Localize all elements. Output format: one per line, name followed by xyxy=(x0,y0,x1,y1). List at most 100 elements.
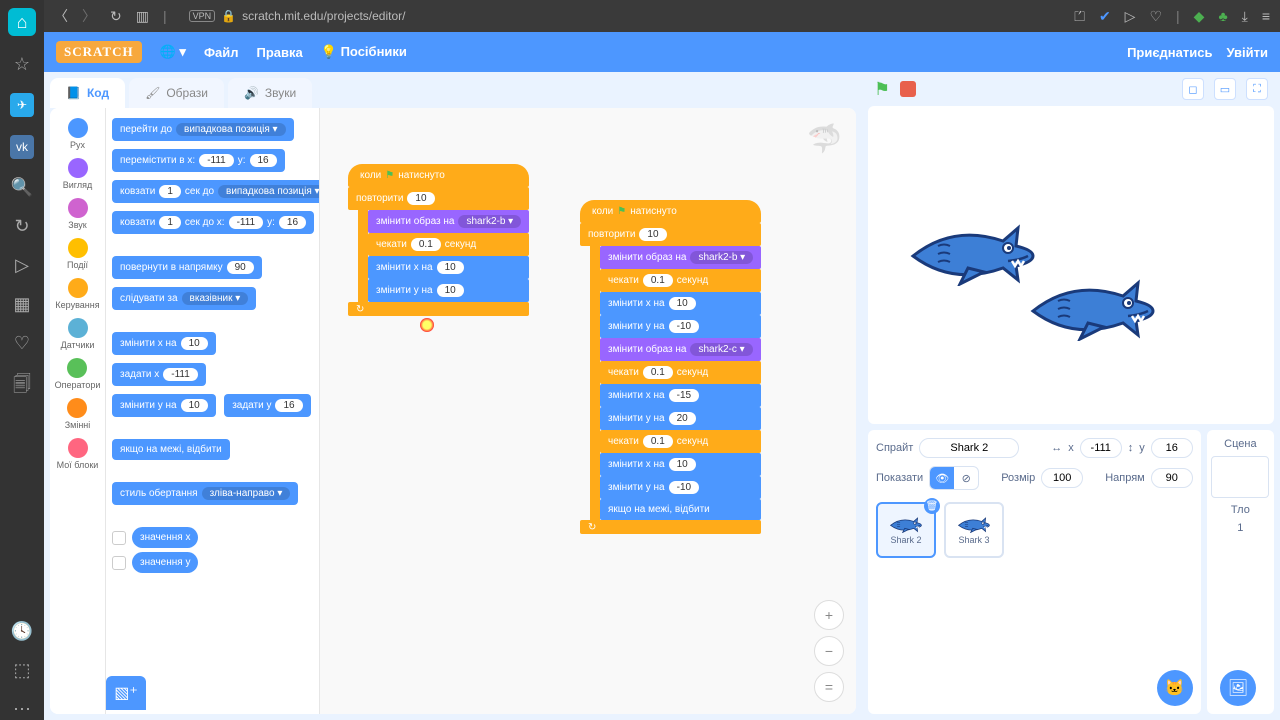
address-bar[interactable]: VPN 🔒 scratch.mit.edu/projects/editor/ xyxy=(181,9,1061,23)
sprite-card-shark3[interactable]: Shark 3 xyxy=(944,502,1004,558)
scratch-logo[interactable]: SCRATCH xyxy=(56,41,142,63)
block-repeat[interactable]: повторити10 xyxy=(580,223,761,246)
stage-full-button[interactable]: ⛶ xyxy=(1246,78,1268,100)
block-wait[interactable]: чекати0.1секунд xyxy=(600,361,761,384)
menu-edit[interactable]: Правка xyxy=(257,45,303,60)
visibility-toggle[interactable]: 👁⊘ xyxy=(929,466,979,490)
nav-panels-icon[interactable]: ▥ xyxy=(136,8,149,25)
stage-small-button[interactable]: ◻ xyxy=(1182,78,1204,100)
nav-back-icon[interactable]: 〈 xyxy=(54,6,68,26)
zoom-out-button[interactable]: − xyxy=(814,636,844,666)
dock-heart-icon[interactable]: ♡ xyxy=(14,333,30,354)
sprite-direction-input[interactable] xyxy=(1151,468,1193,488)
eye-show-icon[interactable]: 👁 xyxy=(930,467,954,489)
dock-home-icon[interactable]: ⌂ xyxy=(8,8,36,36)
block-goto[interactable]: перейти довипадкова позиція ▾ xyxy=(112,118,294,141)
block-wait[interactable]: чекати0.1секунд xyxy=(600,269,761,292)
stage-sprite-shark3[interactable] xyxy=(1028,271,1158,346)
cat-myblocks[interactable]: Мої блоки xyxy=(57,436,99,472)
dock-clock-icon[interactable]: 🕓 xyxy=(11,621,33,642)
block-palette[interactable]: перейти довипадкова позиція ▾ перемістит… xyxy=(106,108,320,714)
sprite-y-input[interactable] xyxy=(1151,438,1193,458)
block-wait[interactable]: чекати0.1секунд xyxy=(368,233,529,256)
cat-motion[interactable]: Рух xyxy=(68,116,88,152)
stage[interactable] xyxy=(868,106,1274,424)
sprite-size-input[interactable] xyxy=(1041,468,1083,488)
dock-note-icon[interactable]: 🗐 xyxy=(13,372,31,402)
stage-thumbnail[interactable] xyxy=(1211,456,1269,498)
block-change-x[interactable]: змінити x на10 xyxy=(368,256,529,279)
block-point-towards[interactable]: слідувати завказівник ▾ xyxy=(112,287,256,310)
block-repeat[interactable]: повторити10 xyxy=(348,187,529,210)
block-set-y[interactable]: задати y16 xyxy=(224,394,310,417)
stage-large-button[interactable]: ▭ xyxy=(1214,78,1236,100)
block-point-dir[interactable]: повернути в напрямку90 xyxy=(112,256,262,279)
menu-file[interactable]: Файл xyxy=(204,45,239,60)
menu-join[interactable]: Приєднатись xyxy=(1127,45,1212,60)
nav-forward-icon[interactable]: 〉 xyxy=(82,6,96,26)
cat-control[interactable]: Керування xyxy=(55,276,99,312)
block-change-y[interactable]: змінити y на10 xyxy=(112,394,216,417)
cat-events[interactable]: Події xyxy=(67,236,88,272)
block-moveto-xy[interactable]: перемістити в x:-111y:16 xyxy=(112,149,285,172)
dock-star-icon[interactable]: ☆ xyxy=(14,54,30,75)
hat-when-flag[interactable]: коли ⚑ натиснуто xyxy=(348,164,529,187)
share-icon[interactable]: ▷ xyxy=(1125,8,1136,25)
block-change-x[interactable]: змінити x на10 xyxy=(600,292,761,315)
hat-when-flag[interactable]: коли ⚑ натиснуто xyxy=(580,200,761,223)
dock-cube-icon[interactable]: ⬚ xyxy=(13,660,30,681)
tab-costumes[interactable]: 🖌 Образи xyxy=(129,78,224,108)
dock-more-icon[interactable]: ⋯ xyxy=(13,699,31,720)
tab-sounds[interactable]: 🔊 Звуки xyxy=(228,78,312,108)
block-change-y[interactable]: змінити y на-10 xyxy=(600,315,761,338)
block-switch-costume[interactable]: змінити образ наshark2-b ▾ xyxy=(368,210,529,233)
sprite-name-input[interactable] xyxy=(919,438,1019,458)
dock-grid-icon[interactable]: ▦ xyxy=(13,294,30,315)
bookmark-heart-icon[interactable]: ♡ xyxy=(1149,8,1162,25)
block-set-x[interactable]: задати x-111 xyxy=(112,363,206,386)
script-stack-2[interactable]: коли ⚑ натиснуто повторити10 змінити обр… xyxy=(580,200,761,534)
cat-operators[interactable]: Оператори xyxy=(55,356,101,392)
ypos-checkbox[interactable] xyxy=(112,556,126,570)
dock-vk-icon[interactable]: vk xyxy=(10,135,34,159)
menu-signin[interactable]: Увійти xyxy=(1226,45,1268,60)
add-sprite-button[interactable]: 🐱 xyxy=(1157,670,1193,706)
dock-telegram-icon[interactable]: ✈ xyxy=(10,93,34,117)
block-switch-costume[interactable]: змінити образ наshark2-c ▾ xyxy=(600,338,761,361)
stage-sprite-shark2[interactable] xyxy=(908,216,1038,291)
xpos-checkbox[interactable] xyxy=(112,531,126,545)
sprite-card-shark2[interactable]: 🗑 Shark 2 xyxy=(876,502,936,558)
scripts-area[interactable]: 🦈 коли ⚑ натиснуто повторити10 змінити о… xyxy=(320,108,856,714)
block-wait[interactable]: чекати0.1секунд xyxy=(600,430,761,453)
shield-check-icon[interactable]: ✔ xyxy=(1099,8,1111,25)
menu-icon[interactable]: ≡ xyxy=(1262,8,1270,25)
download-icon[interactable]: ⤓ xyxy=(1242,8,1248,25)
block-change-x[interactable]: змінити x на10 xyxy=(112,332,216,355)
stage-selector[interactable]: Сцена Тло 1 🖼 xyxy=(1207,430,1274,714)
dock-history-icon[interactable]: ↻ xyxy=(14,216,29,237)
add-backdrop-button[interactable]: 🖼 xyxy=(1220,670,1256,706)
cat-looks[interactable]: Вигляд xyxy=(63,156,93,192)
block-change-y[interactable]: змінити y на-10 xyxy=(600,476,761,499)
green-flag-button[interactable]: ⚑ xyxy=(874,79,890,100)
adblock-icon[interactable]: ◆ xyxy=(1194,8,1205,25)
block-rotation-style[interactable]: стиль обертаннязліва-направо ▾ xyxy=(112,482,298,505)
cat-variables[interactable]: Змінні xyxy=(65,396,91,432)
dock-send-icon[interactable]: ▷ xyxy=(15,255,29,276)
zoom-in-button[interactable]: + xyxy=(814,600,844,630)
stop-button[interactable] xyxy=(900,81,916,97)
eye-hide-icon[interactable]: ⊘ xyxy=(954,467,978,489)
tab-code[interactable]: 📘 Код xyxy=(50,78,125,108)
block-switch-costume[interactable]: змінити образ наshark2-b ▾ xyxy=(600,246,761,269)
reporter-ypos[interactable]: значення y xyxy=(132,552,198,573)
dock-search-icon[interactable]: 🔍 xyxy=(11,177,33,198)
nav-reload-icon[interactable]: ↻ xyxy=(110,8,122,25)
block-change-y[interactable]: змінити y на10 xyxy=(368,279,529,302)
block-glide-rand[interactable]: ковзати1сек довипадкова позиція ▾ xyxy=(112,180,320,203)
block-change-x[interactable]: змінити x на10 xyxy=(600,453,761,476)
block-change-x[interactable]: змінити x на-15 xyxy=(600,384,761,407)
block-bounce[interactable]: якщо на межі, відбити xyxy=(112,439,230,460)
zoom-reset-button[interactable]: = xyxy=(814,672,844,702)
cat-sensing[interactable]: Датчики xyxy=(61,316,95,352)
language-icon[interactable]: 🌐 ▾ xyxy=(160,44,186,60)
